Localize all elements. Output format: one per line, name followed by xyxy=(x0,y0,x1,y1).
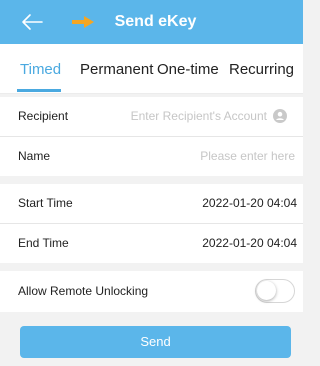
header-bar: Send eKey xyxy=(0,0,303,44)
active-tab-indicator xyxy=(17,89,61,92)
end-time-row[interactable]: End Time 2022-01-20 04:04 xyxy=(0,224,303,263)
account-icon[interactable] xyxy=(273,109,287,123)
start-time-label: Start Time xyxy=(18,196,73,210)
ekey-type-tabs: Timed Permanent One-time Recurring xyxy=(0,44,303,94)
name-label: Name xyxy=(18,149,51,163)
name-input[interactable]: Please enter here xyxy=(200,137,295,176)
recipient-row[interactable]: Recipient Enter Recipient's Account xyxy=(0,97,303,136)
name-row[interactable]: Name Please enter here xyxy=(0,137,303,176)
start-time-value[interactable]: 2022-01-20 04:04 xyxy=(202,184,297,223)
tab-timed[interactable]: Timed xyxy=(20,44,61,93)
page-title: Send eKey xyxy=(114,13,197,30)
recipient-input[interactable]: Enter Recipient's Account xyxy=(131,97,267,136)
end-time-label: End Time xyxy=(18,236,69,250)
tab-one-time[interactable]: One-time xyxy=(157,44,219,93)
remote-unlock-row: Allow Remote Unlocking xyxy=(0,271,303,312)
recipient-label: Recipient xyxy=(18,109,69,123)
start-time-row[interactable]: Start Time 2022-01-20 04:04 xyxy=(0,184,303,223)
toggle-knob xyxy=(257,281,276,300)
remote-unlock-label: Allow Remote Unlocking xyxy=(18,284,149,298)
tab-recurring[interactable]: Recurring xyxy=(229,44,294,93)
tab-permanent[interactable]: Permanent xyxy=(80,44,153,93)
send-ekey-screen: Send eKey Timed Permanent One-time Recur… xyxy=(0,0,303,366)
send-button[interactable]: Send xyxy=(20,326,291,358)
end-time-value[interactable]: 2022-01-20 04:04 xyxy=(202,224,297,263)
remote-unlock-toggle[interactable] xyxy=(255,279,295,303)
